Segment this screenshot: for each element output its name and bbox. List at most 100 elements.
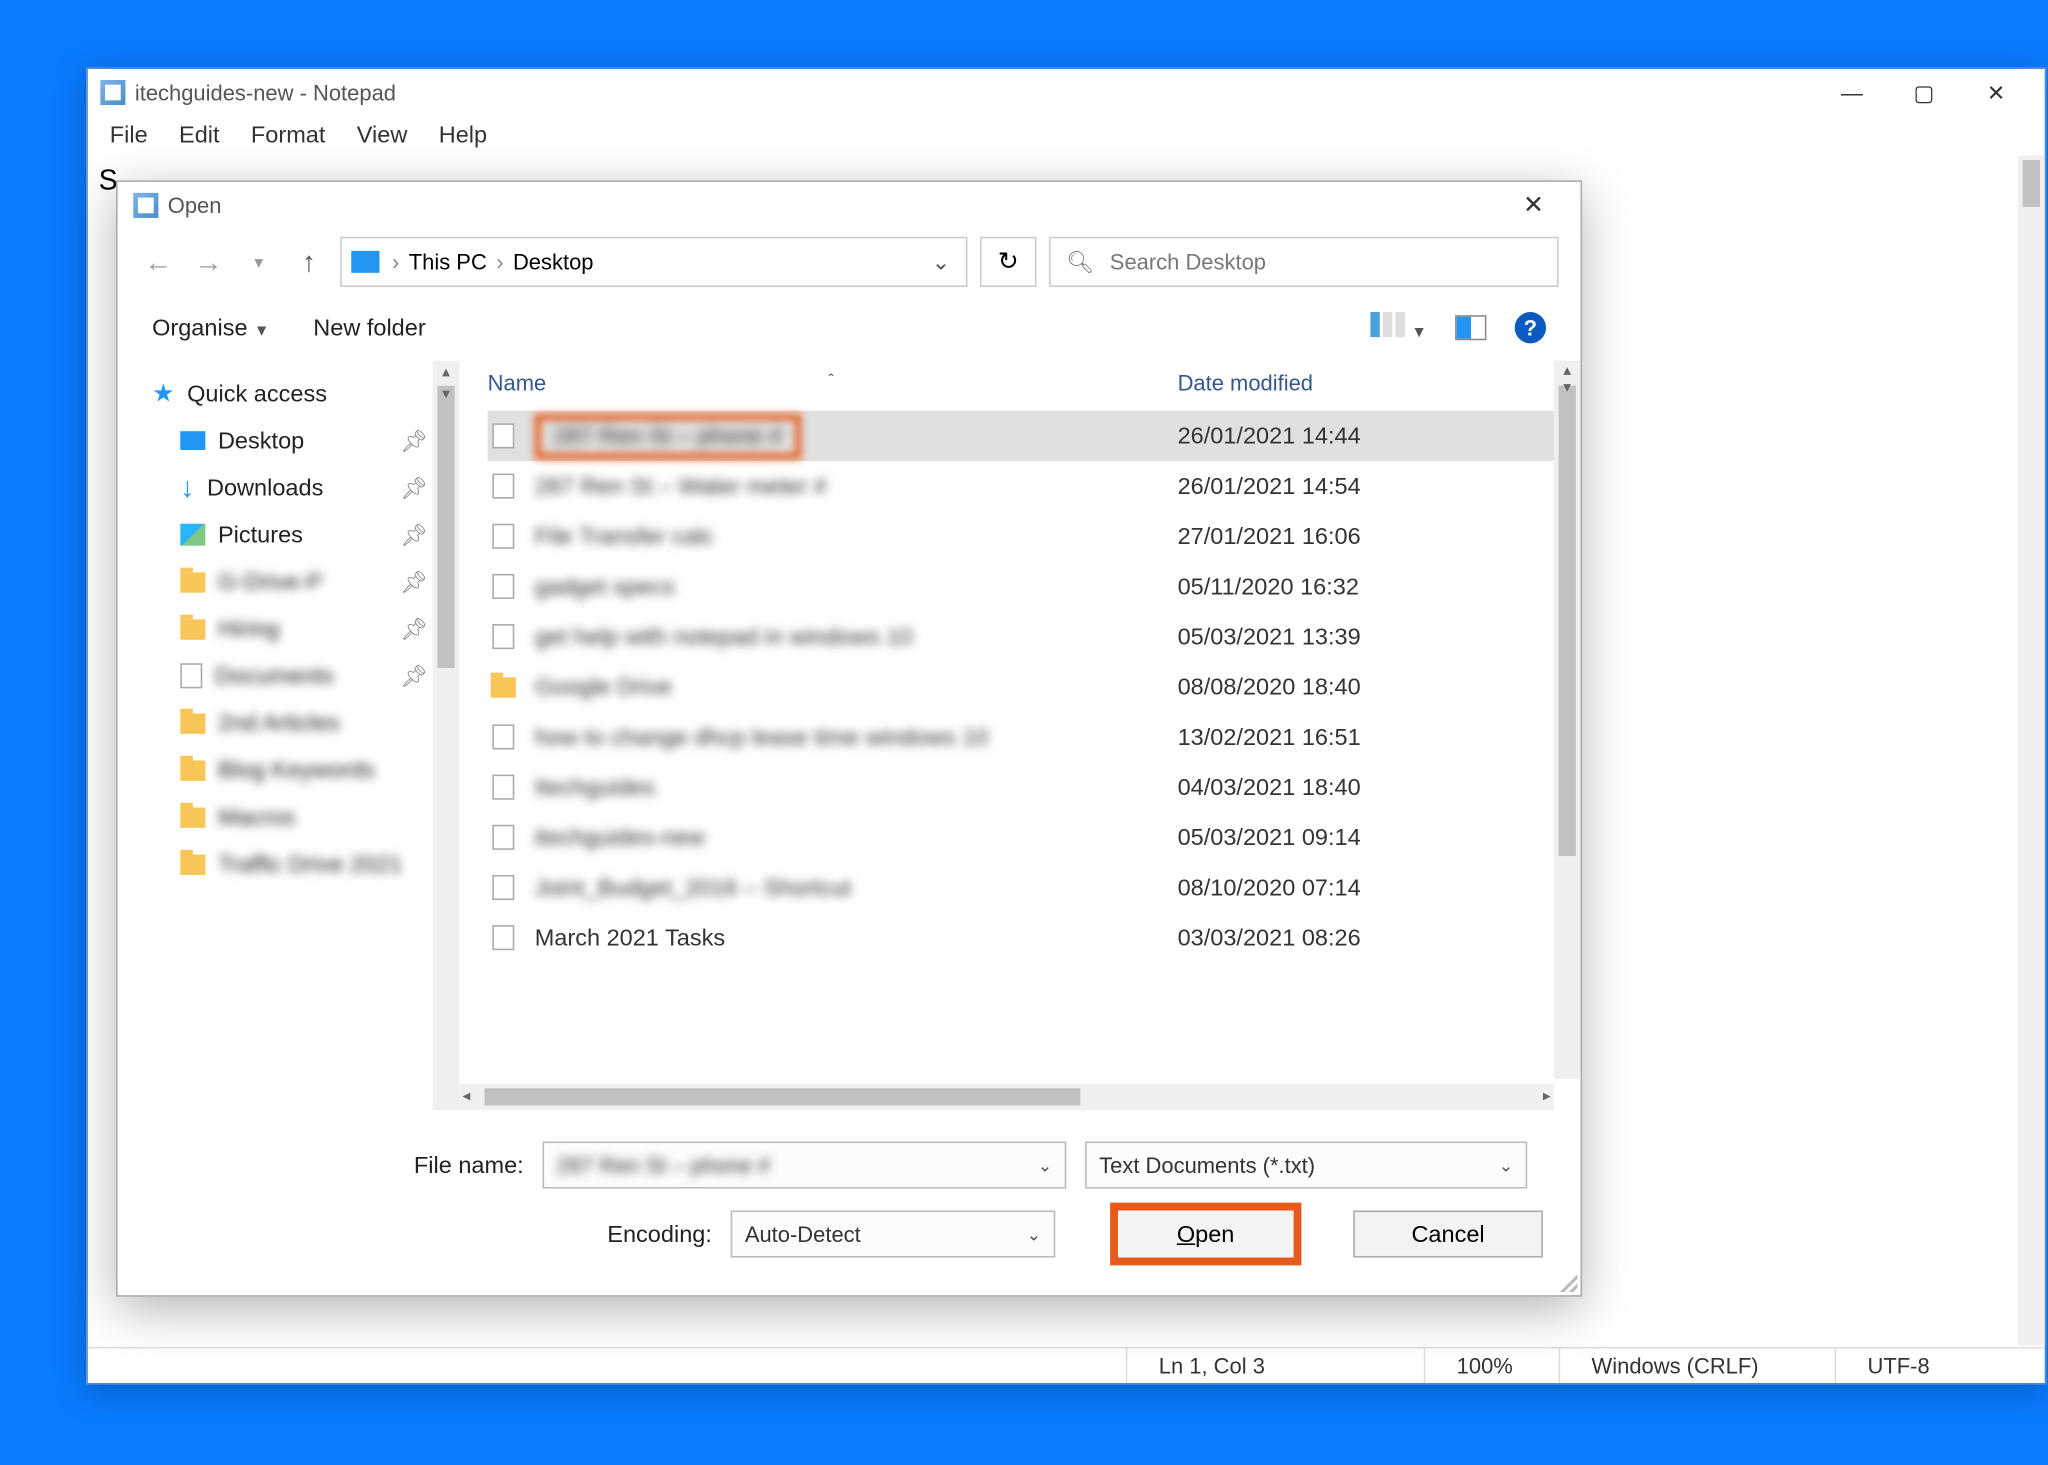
close-button[interactable]: ✕ bbox=[1960, 69, 2032, 116]
new-folder-button[interactable]: New folder bbox=[313, 314, 425, 341]
tree-quick-access[interactable]: ★ Quick access bbox=[152, 370, 459, 417]
pin-icon: 📌︎ bbox=[400, 568, 428, 595]
tree-item-label: G-Drive-P bbox=[218, 568, 323, 595]
tree-scrollbar[interactable] bbox=[433, 361, 460, 1111]
file-icon bbox=[492, 423, 514, 448]
dialog-icon bbox=[133, 193, 158, 218]
body-text: S bbox=[99, 165, 118, 198]
tree-item[interactable]: Hiring📌︎ bbox=[152, 605, 459, 652]
file-name: File Transfer calc bbox=[535, 523, 714, 550]
cancel-button[interactable]: Cancel bbox=[1353, 1210, 1543, 1257]
nav-forward-icon[interactable]: → bbox=[190, 243, 228, 281]
tree-item[interactable]: Traffic Drive 2021 bbox=[152, 840, 459, 887]
menu-file[interactable]: File bbox=[97, 118, 160, 151]
col-date[interactable]: Date modified bbox=[1178, 369, 1313, 394]
dialog-title: Open bbox=[168, 193, 222, 218]
file-icon bbox=[180, 663, 202, 688]
maximize-button[interactable]: ▢ bbox=[1888, 69, 1960, 116]
open-dialog: Open ✕ ← → ▾ ↑ › This PC › Desktop ⌄ ↻ 🔍… bbox=[116, 180, 1582, 1296]
pictures-icon bbox=[180, 524, 205, 546]
tree-item[interactable]: Pictures📌︎ bbox=[152, 511, 459, 558]
filename-value: 287 Ren St – phone # bbox=[557, 1152, 771, 1177]
column-headers: Nameˆ Date modified bbox=[459, 361, 1580, 405]
folder-icon bbox=[491, 677, 516, 697]
menu-help[interactable]: Help bbox=[426, 118, 499, 151]
dialog-close-button[interactable]: ✕ bbox=[1502, 190, 1565, 221]
tree-item[interactable]: Desktop📌︎ bbox=[152, 417, 459, 464]
breadcrumb-dropdown-icon[interactable]: ⌄ bbox=[932, 249, 957, 276]
star-icon: ★ bbox=[152, 378, 174, 409]
file-row[interactable]: Google Drive08/08/2020 18:40 bbox=[488, 662, 1581, 712]
folder-icon bbox=[180, 854, 205, 874]
tree-item[interactable]: Blog Keywords bbox=[152, 746, 459, 793]
file-name: Google Drive bbox=[535, 673, 672, 700]
nav-up-icon[interactable]: ↑ bbox=[290, 243, 328, 281]
file-row[interactable]: get help with notepad in windows 10 05/03… bbox=[488, 612, 1581, 662]
file-row[interactable]: Itechguides04/03/2021 18:40 bbox=[488, 762, 1581, 812]
file-icon bbox=[492, 775, 514, 800]
refresh-button[interactable]: ↻ bbox=[980, 237, 1036, 287]
search-icon: 🔍︎ bbox=[1066, 249, 1094, 276]
tree-item[interactable]: ↓Downloads📌︎ bbox=[152, 464, 459, 511]
menu-format[interactable]: Format bbox=[238, 118, 338, 151]
tree-item[interactable]: Documents📌︎ bbox=[152, 652, 459, 699]
file-date: 08/10/2020 07:14 bbox=[1178, 874, 1562, 901]
tree-item[interactable]: G-Drive-P 📌︎ bbox=[152, 558, 459, 605]
file-date: 04/03/2021 18:40 bbox=[1178, 774, 1562, 801]
resize-grip[interactable] bbox=[1555, 1270, 1577, 1292]
preview-pane-button[interactable] bbox=[1455, 315, 1486, 340]
status-position: Ln 1, Col 3 bbox=[1126, 1348, 1424, 1382]
folder-icon bbox=[180, 807, 205, 827]
file-row[interactable]: 287 Ren St – phone #26/01/2021 14:44 bbox=[488, 411, 1581, 461]
file-row[interactable]: itechguides-new05/03/2021 09:14 bbox=[488, 812, 1581, 862]
chevron-down-icon[interactable]: ⌄ bbox=[1026, 1224, 1040, 1244]
dialog-bottom: File name: 287 Ren St – phone # ⌄ Text D… bbox=[118, 1110, 1581, 1295]
breadcrumb[interactable]: › This PC › Desktop ⌄ bbox=[340, 237, 967, 287]
chevron-down-icon[interactable]: ⌄ bbox=[1499, 1155, 1513, 1175]
file-row[interactable]: Joint_Budget_2016 – Shortcut08/10/2020 0… bbox=[488, 862, 1581, 912]
file-type-filter[interactable]: Text Documents (*.txt) ⌄ bbox=[1085, 1142, 1527, 1189]
file-hscrollbar[interactable]: ◂ ▸ bbox=[459, 1083, 1553, 1110]
nav-recent-icon[interactable]: ▾ bbox=[240, 243, 278, 281]
tree-item-label: Traffic Drive 2021 bbox=[218, 851, 402, 878]
breadcrumb-leaf[interactable]: Desktop bbox=[513, 249, 594, 274]
file-date: 05/03/2021 13:39 bbox=[1178, 623, 1562, 650]
tree-item-label: 2nd Articles bbox=[218, 710, 340, 737]
file-name: get help with notepad in windows 10 bbox=[535, 623, 913, 650]
notepad-scrollbar[interactable] bbox=[2018, 155, 2045, 1345]
encoding-select[interactable]: Auto-Detect ⌄ bbox=[731, 1210, 1055, 1257]
notepad-menubar: File Edit Format View Help bbox=[88, 116, 2045, 154]
dialog-toolbar: Organise▼ New folder ▼ ? bbox=[118, 295, 1581, 361]
menu-view[interactable]: View bbox=[344, 118, 420, 151]
open-button[interactable]: Open bbox=[1110, 1203, 1300, 1266]
breadcrumb-root[interactable]: This PC bbox=[409, 249, 487, 274]
status-zoom: 100% bbox=[1424, 1348, 1559, 1382]
file-row[interactable]: how to change dhcp lease time windows 10… bbox=[488, 712, 1581, 762]
file-row[interactable]: 287 Ren St – Water meter #26/01/2021 14:… bbox=[488, 461, 1581, 511]
pin-icon: 📌︎ bbox=[400, 474, 428, 501]
nav-back-icon[interactable]: ← bbox=[140, 243, 178, 281]
help-icon[interactable]: ? bbox=[1515, 312, 1546, 343]
tree-item[interactable]: Macros bbox=[152, 793, 459, 840]
status-encoding: UTF-8 bbox=[1835, 1348, 2045, 1382]
file-name: gadget specs bbox=[535, 573, 675, 600]
col-name[interactable]: Name bbox=[488, 369, 547, 394]
tree-item[interactable]: 2nd Articles bbox=[152, 699, 459, 746]
menu-edit[interactable]: Edit bbox=[166, 118, 232, 151]
view-mode-button[interactable]: ▼ bbox=[1371, 312, 1427, 343]
file-date: 13/02/2021 16:51 bbox=[1178, 724, 1562, 751]
file-name: 287 Ren St – phone # bbox=[554, 423, 783, 450]
file-row[interactable]: March 2021 Tasks03/03/2021 08:26 bbox=[488, 913, 1581, 963]
organise-button[interactable]: Organise▼ bbox=[152, 314, 269, 341]
file-row[interactable]: File Transfer calc27/01/2021 16:06 bbox=[488, 511, 1581, 561]
filename-input[interactable]: 287 Ren St – phone # ⌄ bbox=[543, 1142, 1067, 1189]
desktop-icon bbox=[180, 431, 205, 450]
file-icon bbox=[492, 724, 514, 749]
file-vscrollbar[interactable] bbox=[1554, 361, 1581, 1079]
chevron-down-icon[interactable]: ⌄ bbox=[1038, 1155, 1052, 1175]
file-row[interactable]: gadget specs05/11/2020 16:32 bbox=[488, 561, 1581, 611]
minimize-button[interactable]: — bbox=[1816, 69, 1888, 116]
search-input[interactable]: 🔍︎ Search Desktop bbox=[1049, 237, 1559, 287]
file-date: 03/03/2021 08:26 bbox=[1178, 924, 1562, 951]
tree-item-label: Downloads bbox=[207, 474, 323, 501]
